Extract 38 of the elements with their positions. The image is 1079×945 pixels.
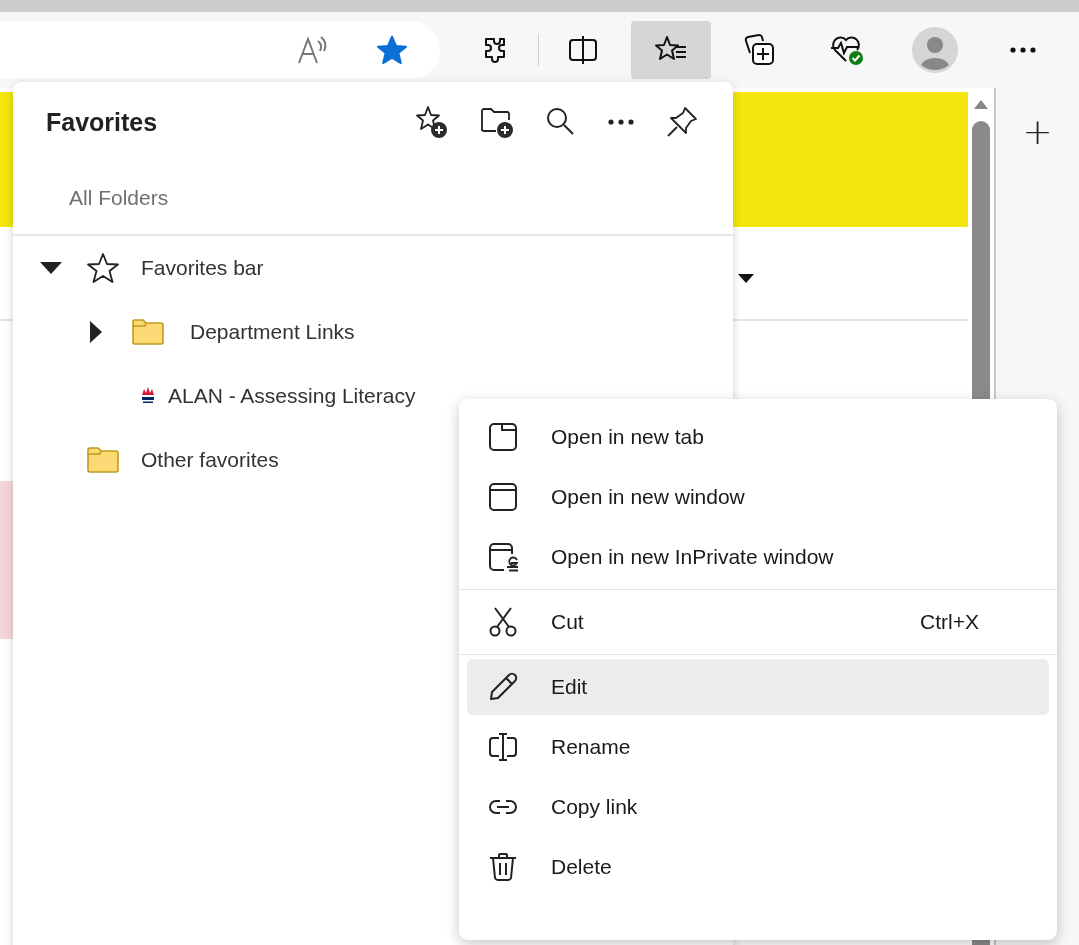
breadcrumb[interactable]: All Folders [69, 186, 169, 210]
menu-item[interactable]: Cut Ctrl+X [467, 594, 1049, 650]
more-icon [1009, 46, 1037, 54]
menu-item[interactable]: Open in new window [467, 469, 1049, 525]
expanded-arrow-icon[interactable] [40, 262, 62, 274]
collections-icon [742, 33, 776, 67]
add-favorite-icon[interactable] [415, 105, 449, 139]
pencil-icon [487, 671, 519, 703]
menu-item[interactable]: Edit [467, 659, 1049, 715]
more-icon[interactable] [607, 118, 635, 126]
tree-item[interactable]: Department Links [13, 300, 733, 364]
menu-item[interactable]: Copy link [467, 779, 1049, 835]
add-folder-icon[interactable] [479, 105, 515, 139]
trash-icon [487, 851, 519, 883]
avatar-icon [912, 27, 958, 73]
new-tab-button[interactable]: + [1016, 110, 1059, 154]
menu-item[interactable]: Rename [467, 719, 1049, 775]
star-icon[interactable] [376, 34, 408, 66]
private-window-icon [487, 541, 519, 573]
folder-icon [131, 318, 165, 346]
menu-item[interactable]: Delete [467, 839, 1049, 895]
pin-icon[interactable] [665, 105, 699, 139]
tab-icon [487, 421, 519, 453]
tree-item[interactable]: Favorites bar [13, 236, 733, 300]
window-icon [487, 481, 519, 513]
menu-item[interactable]: Open in new InPrivate window [467, 529, 1049, 585]
star-icon [86, 252, 120, 284]
rename-icon [487, 731, 519, 763]
favorites-button[interactable] [631, 21, 711, 79]
scroll-up-arrow-icon[interactable] [974, 100, 988, 109]
split-screen-icon [567, 34, 599, 66]
scissors-icon [487, 606, 519, 638]
shortcut-text: Ctrl+X [920, 610, 979, 634]
panel-title: Favorites [46, 107, 158, 137]
dropdown-arrow-icon [738, 274, 754, 284]
collapsed-arrow-icon[interactable] [90, 321, 102, 343]
folder-icon [86, 446, 120, 474]
address-bar[interactable] [0, 21, 440, 79]
